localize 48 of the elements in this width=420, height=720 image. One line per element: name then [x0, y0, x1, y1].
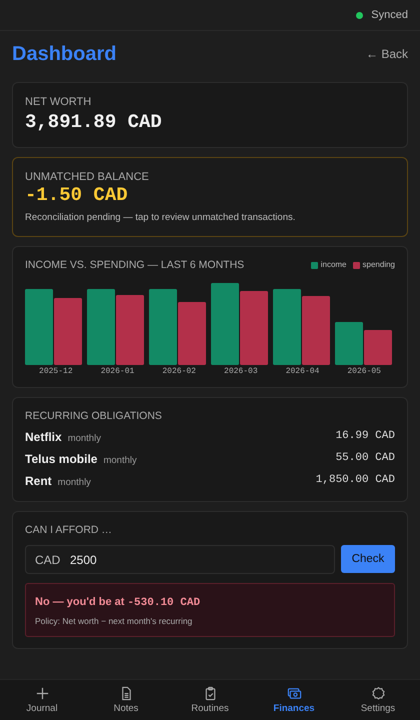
- spending-bar: [302, 296, 330, 365]
- obligation-period: monthly: [68, 432, 101, 444]
- obligation-period: monthly: [58, 476, 91, 488]
- spending-bar: [116, 295, 144, 365]
- status-label: Synced: [371, 8, 408, 23]
- currency-prefix: CAD: [35, 553, 60, 568]
- unmatched-card[interactable]: UNMATCHED BALANCE -1.50 CAD Reconciliation pending — tap to review unmatched transactions.: [12, 156, 408, 237]
- axis-label: 2026-03: [224, 367, 258, 377]
- nav-tab[interactable]: Routines: [168, 680, 252, 720]
- net-worth-value: 3,891.89 CAD: [25, 110, 163, 134]
- reconciliation-note: Reconciliation pending — tap to review unmatched transactions.: [25, 212, 296, 224]
- clipboard-icon: [202, 686, 218, 701]
- check-button[interactable]: Check: [341, 545, 395, 574]
- card-label: UNMATCHED BALANCE: [25, 170, 150, 184]
- obligation-period: monthly: [103, 454, 137, 466]
- obligation-amount: 55.00 CAD: [336, 452, 395, 466]
- nav-tab[interactable]: Settings: [336, 680, 420, 720]
- card-label: RECURRING OBLIGATIONS: [25, 410, 163, 424]
- obligation-amount: 1,850.00 CAD: [316, 474, 395, 488]
- back-link[interactable]: ← Back: [366, 46, 408, 62]
- obligation-name: Telus mobile: [25, 452, 98, 467]
- obligation-amount: 16.99 CAD: [336, 430, 395, 444]
- obligation-name: Netflix: [25, 430, 62, 445]
- result-headline: No — you'd be at -530.10 CAD: [35, 596, 202, 611]
- legend-label: spending: [362, 260, 395, 270]
- unmatched-value: -1.50 CAD: [25, 184, 129, 208]
- axis-label: 2026-02: [162, 367, 196, 377]
- axis-label: 2026-01: [100, 367, 134, 377]
- card-label: CAN I AFFORD …: [25, 524, 113, 538]
- nav-tab[interactable]: Notes: [84, 680, 168, 720]
- settings-icon: [370, 686, 386, 701]
- chart-title: INCOME VS. SPENDING — LAST 6 MONTHS: [25, 258, 244, 272]
- obligation-name: Rent: [25, 474, 52, 489]
- legend-label: income: [320, 260, 347, 270]
- policy-note: Policy: Net worth − next month's recurring: [35, 616, 194, 627]
- spending-bar: [54, 298, 82, 365]
- spending-bar: [178, 302, 206, 365]
- card-label: NET WORTH: [25, 96, 92, 110]
- axis-label: 2026-04: [286, 367, 320, 377]
- axis-label: 2026-05: [347, 367, 381, 377]
- axis-label: 2025-12: [39, 367, 73, 377]
- nav-tab[interactable]: Finances: [252, 680, 336, 720]
- spending-bar: [364, 330, 392, 365]
- income-bar: [335, 322, 363, 365]
- nav-tab[interactable]: Journal: [0, 680, 84, 720]
- banknotes-icon: [286, 686, 302, 701]
- page-title: Dashboard: [12, 42, 116, 66]
- plus-icon: [34, 686, 50, 701]
